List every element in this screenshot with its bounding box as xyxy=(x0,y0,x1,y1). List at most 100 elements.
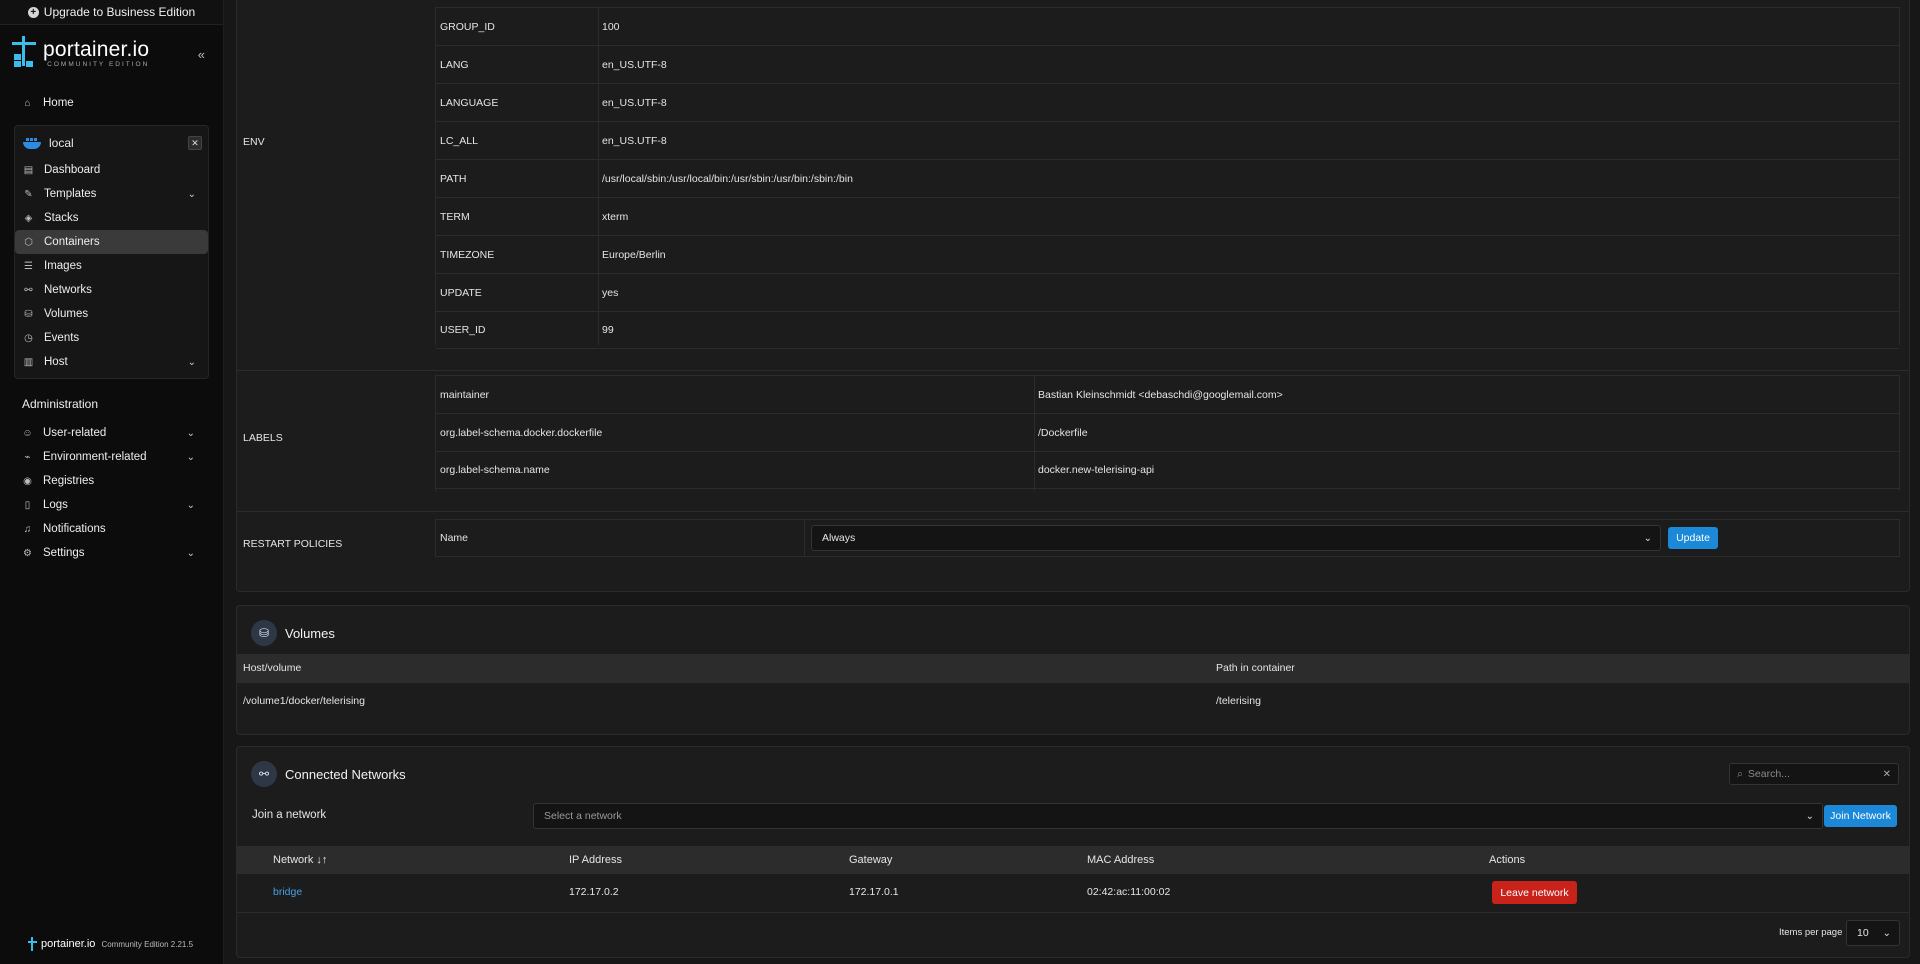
sidebar-item-volumes[interactable]: ⛁ Volumes xyxy=(15,302,208,326)
network-search[interactable]: ⌕ Search... ✕ xyxy=(1729,763,1899,785)
column-header-ip[interactable]: IP Address xyxy=(569,854,622,866)
env-table: GROUP_ID 100 LANG en_US.UTF-8 LANGUAGE en_U… xyxy=(435,7,1900,349)
sidebar-item-label: Containers xyxy=(44,236,100,248)
sidebar-item-containers[interactable]: ⬡ Containers xyxy=(15,230,208,254)
sidebar-item-networks[interactable]: ⚯ Networks xyxy=(15,278,208,302)
restart-policies-label: RESTART POLICIES xyxy=(243,538,343,550)
brand-name: portainer.io xyxy=(43,37,150,61)
chevron-down-icon[interactable]: ⌄ xyxy=(187,452,195,463)
volume-host-cell: /volume1/docker/telerising xyxy=(243,695,365,707)
network-select[interactable]: Select a network ⌄ xyxy=(533,803,1823,829)
sidebar-item-stacks[interactable]: ◈ Stacks xyxy=(15,206,208,230)
table-row: PATH/usr/local/sbin:/usr/local/bin:/usr/… xyxy=(436,159,1899,197)
join-network-button[interactable]: Join Network xyxy=(1824,805,1897,827)
column-header-mac[interactable]: MAC Address xyxy=(1087,854,1154,866)
clear-search-icon[interactable]: ✕ xyxy=(1883,769,1891,780)
sidebar-item-events[interactable]: ◷ Events xyxy=(15,326,208,350)
sort-icon: ↓↑ xyxy=(313,854,328,866)
bell-icon: ♫ xyxy=(23,523,32,535)
env-value: en_US.UTF-8 xyxy=(602,96,667,109)
sidebar-item-label: Home xyxy=(43,97,74,109)
sidebar-item-notifications[interactable]: ♫ Notifications xyxy=(0,517,223,541)
restart-policy-value: Always xyxy=(822,532,856,544)
sidebar-item-label: Logs xyxy=(43,499,68,511)
env-key: TIMEZONE xyxy=(440,248,495,261)
main-content: ENV GROUP_ID 100 LANG en_US.UTF-8 LANGUAGE… xyxy=(224,0,1920,964)
docker-icon xyxy=(23,137,41,149)
env-label: ENV xyxy=(243,136,265,148)
volumes-title: Volumes xyxy=(285,626,335,641)
environment-header: local ✕ xyxy=(15,128,208,158)
env-key: LC_ALL xyxy=(440,134,478,147)
network-link[interactable]: bridge xyxy=(273,886,302,898)
label-key: maintainer xyxy=(440,388,490,401)
update-button[interactable]: Update xyxy=(1668,527,1718,549)
env-value: yes xyxy=(602,286,619,299)
chevron-down-icon[interactable]: ⌄ xyxy=(187,500,195,511)
home-icon: ⌂ xyxy=(24,97,31,109)
column-header-gateway[interactable]: Gateway xyxy=(849,854,892,866)
collapse-sidebar-icon[interactable]: « xyxy=(198,47,205,62)
sidebar-item-registries[interactable]: ◉ Registries xyxy=(0,469,223,493)
column-header-path[interactable]: Path in container xyxy=(1216,662,1295,674)
plus-circle-icon: + xyxy=(27,6,39,18)
sidebar-item-images[interactable]: ☰ Images xyxy=(15,254,208,278)
chevron-down-icon[interactable]: ⌄ xyxy=(188,357,196,368)
sidebar-item-label: Notifications xyxy=(43,523,106,535)
footer-logo: portainer.io Community Edition 2.21.5 xyxy=(28,937,193,951)
sidebar-item-label: Environment-related xyxy=(43,451,147,463)
labels-label: LABELS xyxy=(243,432,283,444)
logo[interactable]: portainer.io COMMUNITY EDITION « xyxy=(0,25,223,81)
table-row: TIMEZONE Europe/Berlin xyxy=(436,235,1899,273)
dashboard-icon: ▤ xyxy=(23,164,34,176)
sidebar-item-label: Events xyxy=(44,332,80,344)
chevron-down-icon[interactable]: ⌄ xyxy=(188,189,196,200)
items-per-page-value: 10 xyxy=(1857,927,1869,939)
sidebar-item-dashboard[interactable]: ▤ Dashboard xyxy=(15,158,208,182)
edit-icon: ✎ xyxy=(24,188,33,200)
table-row: UPDATE yes xyxy=(436,273,1899,311)
table-row: TERM xterm xyxy=(436,197,1899,235)
layers-icon: ◈ xyxy=(24,212,33,224)
env-key: UPDATE xyxy=(440,286,482,299)
sidebar-item-home[interactable]: ⌂ Home xyxy=(0,91,223,115)
items-per-page-select[interactable]: 10 ⌄ xyxy=(1846,920,1900,946)
env-key: USER_ID xyxy=(440,324,486,336)
env-key: TERM xyxy=(440,210,470,223)
volumes-card: ⛁ Volumes Host/volume Path in container … xyxy=(236,605,1910,735)
sidebar-item-label: Settings xyxy=(43,547,85,559)
label-value: docker.new-telerising-api xyxy=(1038,464,1155,476)
label-value: Bastian Kleinschmidt <debaschdi@googlema… xyxy=(1038,388,1283,401)
connected-networks-card: ⚯ Connected Networks ⌕ Search... ✕ Join … xyxy=(236,746,1910,958)
upgrade-label: Upgrade to Business Edition xyxy=(43,5,196,19)
table-row: USER_ID 99 xyxy=(436,311,1899,349)
leave-network-button[interactable]: Leave network xyxy=(1492,881,1577,904)
column-header-host-volume[interactable]: Host/volume xyxy=(243,662,301,674)
close-environment-icon[interactable]: ✕ xyxy=(188,136,202,150)
upgrade-banner[interactable]: + Upgrade to Business Edition xyxy=(0,0,223,25)
restart-policy-select[interactable]: Always ⌄ xyxy=(811,525,1661,551)
sidebar-item-templates[interactable]: ✎ Templates ⌄ xyxy=(15,182,208,206)
plug-icon: ⌁ xyxy=(24,451,31,463)
list-icon: ☰ xyxy=(24,260,33,272)
sidebar-item-user-related[interactable]: ☺ User-related ⌄ xyxy=(0,421,223,445)
sidebar-item-environment-related[interactable]: ⌁ Environment-related ⌄ xyxy=(0,445,223,469)
restart-policies-table: Name Always ⌄ Update xyxy=(435,519,1900,557)
portainer-logo-icon xyxy=(12,36,36,70)
users-icon: ☺ xyxy=(22,427,33,439)
sidebar: + Upgrade to Business Edition portainer.… xyxy=(0,0,224,964)
clock-icon: ◷ xyxy=(24,332,33,344)
chevron-down-icon[interactable]: ⌄ xyxy=(187,428,195,439)
administration-heading: Administration xyxy=(22,397,99,411)
table-row: LANGUAGE en_US.UTF-8 xyxy=(436,83,1899,121)
sidebar-item-label: Volumes xyxy=(44,308,89,320)
sidebar-item-host[interactable]: ▥ Host ⌄ xyxy=(15,350,208,374)
sidebar-item-logs[interactable]: ▯ Logs ⌄ xyxy=(0,493,223,517)
gateway-cell: 172.17.0.1 xyxy=(849,886,899,898)
search-input[interactable]: Search... xyxy=(1748,768,1790,780)
column-header-network[interactable]: Network ↓↑ xyxy=(273,854,327,866)
restart-name-label: Name xyxy=(440,532,469,544)
sidebar-item-label: Stacks xyxy=(44,212,79,224)
chevron-down-icon[interactable]: ⌄ xyxy=(187,548,195,559)
sidebar-item-settings[interactable]: ⚙ Settings ⌄ xyxy=(0,541,223,565)
